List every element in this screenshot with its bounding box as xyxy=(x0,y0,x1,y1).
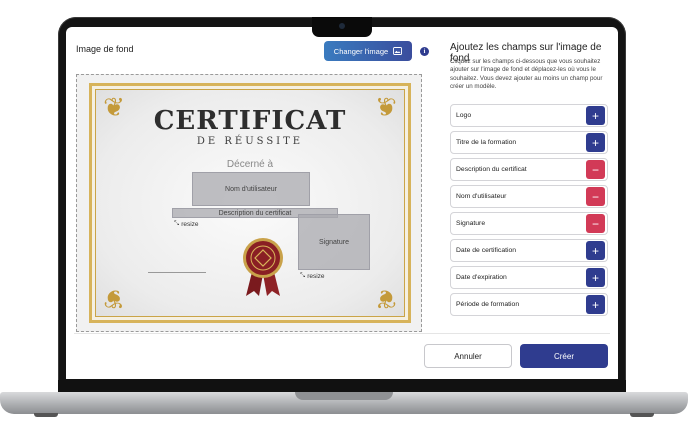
resize-icon: ⤡ xyxy=(174,220,180,227)
right-panel-description: Cliquez sur les champs ci-dessous que vo… xyxy=(450,58,603,90)
ornament-icon: ❦ xyxy=(103,283,125,313)
resize-label: resize xyxy=(181,220,199,228)
laptop-foot xyxy=(630,413,654,417)
app-screen: Image de fond Changer l'image i ❦ ❦ ❦ ❦ … xyxy=(66,27,618,379)
add-expiration-date-button[interactable]: + xyxy=(586,268,605,287)
field-row-training-period: Période de formation + xyxy=(450,293,608,316)
image-icon xyxy=(393,47,403,55)
add-training-period-button[interactable]: + xyxy=(586,295,605,314)
field-label: Période de formation xyxy=(456,301,520,308)
camera-icon xyxy=(339,23,345,29)
info-icon[interactable]: i xyxy=(420,47,429,56)
field-label: Description du certificat xyxy=(456,166,527,173)
cancel-button[interactable]: Annuler xyxy=(424,344,512,368)
field-label: Date d'expiration xyxy=(456,274,507,281)
field-row-logo: Logo + xyxy=(450,104,608,127)
field-row-username: Nom d'utilisateur − xyxy=(450,185,608,208)
field-row-description: Description du certificat − xyxy=(450,158,608,181)
username-field-label: Nom d'utilisateur xyxy=(225,185,277,193)
ornament-icon: ❦ xyxy=(375,283,397,313)
field-list: Logo + Titre de la formation + Descripti… xyxy=(450,104,608,320)
certificate-background-image: ❦ ❦ ❦ ❦ CERTIFICAT DE RÉUSSITE Décerné à… xyxy=(89,83,411,323)
laptop-frame: Image de fond Changer l'image i ❦ ❦ ❦ ❦ … xyxy=(0,0,688,446)
signature-field-placeholder[interactable]: Signature xyxy=(298,214,370,270)
field-row-certification-date: Date de certification + xyxy=(450,239,608,262)
add-certification-date-button[interactable]: + xyxy=(586,241,605,260)
add-logo-button[interactable]: + xyxy=(586,106,605,125)
field-label: Signature xyxy=(456,220,486,227)
change-image-label: Changer l'image xyxy=(333,46,389,56)
signature-field-label: Signature xyxy=(319,238,349,246)
remove-description-button[interactable]: − xyxy=(586,160,605,179)
change-image-button[interactable]: Changer l'image xyxy=(324,41,412,61)
resize-icon: ⤡ xyxy=(300,272,306,279)
field-label: Logo xyxy=(456,112,472,119)
field-row-course-title: Titre de la formation + xyxy=(450,131,608,154)
field-row-signature: Signature − xyxy=(450,212,608,235)
remove-signature-button[interactable]: − xyxy=(586,214,605,233)
certificate-canvas: ❦ ❦ ❦ ❦ CERTIFICAT DE RÉUSSITE Décerné à… xyxy=(76,74,422,332)
description-resize-handle[interactable]: ⤡ resize xyxy=(174,220,199,228)
laptop-foot xyxy=(34,413,58,417)
description-field-label: Description du certificat xyxy=(218,209,292,217)
create-button[interactable]: Créer xyxy=(520,344,608,368)
remove-username-button[interactable]: − xyxy=(586,187,605,206)
signature-line xyxy=(148,272,206,273)
field-label: Date de certification xyxy=(456,247,517,254)
field-label: Titre de la formation xyxy=(456,139,517,146)
certificate-title: CERTIFICAT xyxy=(153,106,347,136)
certificate-subtitle: DE RÉUSSITE xyxy=(196,136,304,147)
laptop-hinge-notch xyxy=(295,392,393,400)
add-course-title-button[interactable]: + xyxy=(586,133,605,152)
footer-divider xyxy=(74,333,610,334)
resize-label: resize xyxy=(307,272,325,280)
field-row-expiration-date: Date d'expiration + xyxy=(450,266,608,289)
field-label: Nom d'utilisateur xyxy=(456,193,507,200)
seal-icon xyxy=(243,238,283,296)
signature-resize-handle[interactable]: ⤡ resize xyxy=(300,272,325,280)
username-field-placeholder[interactable]: Nom d'utilisateur xyxy=(192,172,310,206)
background-image-title: Image de fond xyxy=(76,44,134,54)
certificate-awarded-to: Décerné à xyxy=(226,159,274,170)
